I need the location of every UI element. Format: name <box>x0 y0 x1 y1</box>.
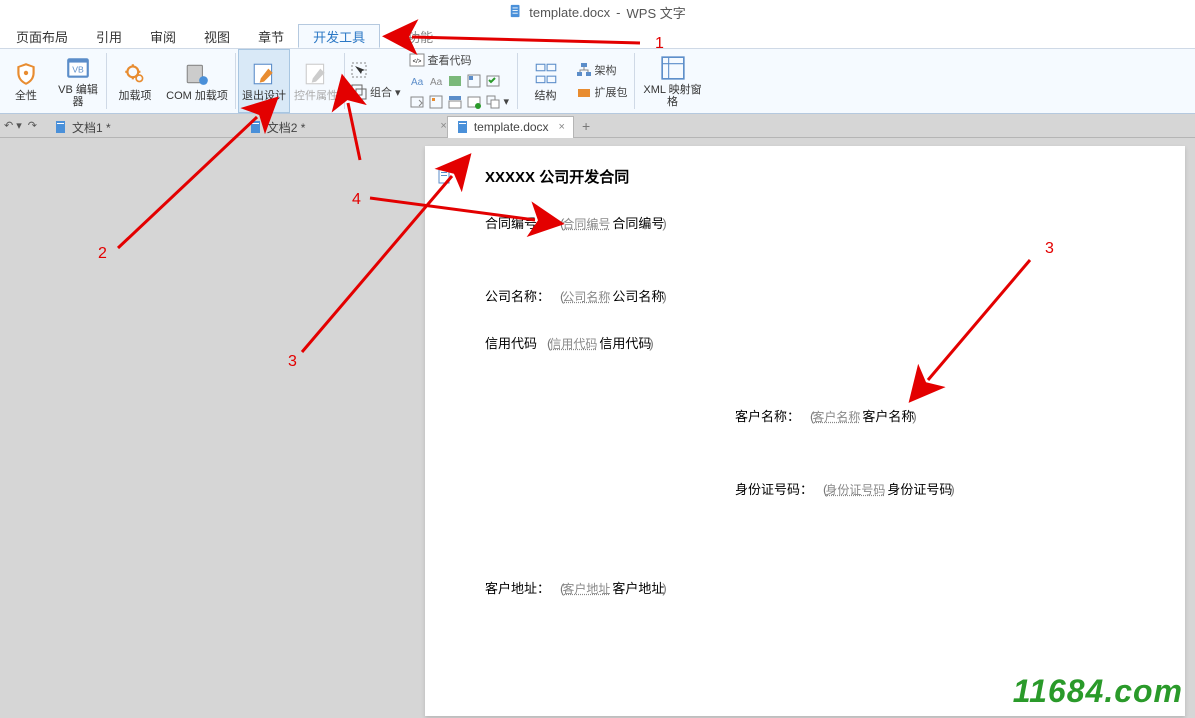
btn-security[interactable]: 全性 <box>0 49 52 113</box>
row-control-icons-1[interactable]: Aa Aa <box>409 72 511 91</box>
new-tab-button[interactable]: + <box>574 118 598 134</box>
control-customer-name[interactable]: 客户名称客户名称 <box>806 404 921 427</box>
btn-view-code[interactable]: </>查看代码 <box>409 51 511 70</box>
tab-reference[interactable]: 引用 <box>82 24 136 48</box>
gear-icon <box>121 60 149 88</box>
svg-text:Aa: Aa <box>430 77 443 88</box>
shield-icon <box>12 60 40 88</box>
field-id-number: 身份证号码： 身份证号码身份证号码 <box>735 477 1125 500</box>
field-contract-no: 合同编号： 合同编号合同编号 <box>485 211 1125 234</box>
btn-exit-design[interactable]: 退出设计 <box>238 49 290 113</box>
ribbon: 全性 VB VB 编辑器 加载项 COM 加载项 退出设计 控件属性 组合▾ <… <box>0 48 1195 114</box>
doc-title: XXXXX 公司开发合同 <box>485 166 1125 187</box>
btn-com-addin[interactable]: COM 加载项 <box>161 49 233 113</box>
tab-developer[interactable]: 开发工具 <box>298 24 380 48</box>
control-credit-code[interactable]: 信用代码信用代码 <box>543 331 658 354</box>
btn-xml-map[interactable]: XML 映射窗格 <box>637 49 709 113</box>
menubar: 页面布局 引用 审阅 视图 章节 开发工具 全功能 <box>0 24 1195 48</box>
tab-page-layout[interactable]: 页面布局 <box>2 24 82 48</box>
page-doc-icon <box>437 168 453 187</box>
btn-group[interactable]: 组合▾ <box>351 82 401 102</box>
redo-icon[interactable]: ↷ <box>28 119 37 132</box>
xml-icon <box>659 54 687 82</box>
close-tab-icon[interactable]: × <box>559 121 565 133</box>
title-sep: - <box>616 5 620 20</box>
control-contract-no[interactable]: 合同编号合同编号 <box>556 211 671 234</box>
pencil-icon <box>250 60 278 88</box>
doctab-1[interactable]: 文档2 * <box>240 116 315 138</box>
titlebar: template.docx - WPS 文字 <box>0 0 1195 24</box>
svg-text:Aa: Aa <box>411 77 424 88</box>
title-file: template.docx <box>529 5 610 20</box>
doc-icon <box>509 4 523 21</box>
field-customer-addr: 客户地址： 客户地址客户地址 <box>485 576 1125 599</box>
workspace: XXXXX 公司开发合同 合同编号： 合同编号合同编号 公司名称： 公司名称公司… <box>0 138 1195 718</box>
properties-icon <box>302 60 330 88</box>
tab-chapter[interactable]: 章节 <box>244 24 298 48</box>
btn-ext-pack[interactable]: 扩展包 <box>576 82 628 102</box>
btn-select-control[interactable] <box>351 60 401 80</box>
tab-view[interactable]: 视图 <box>190 24 244 48</box>
puzzle-icon <box>183 60 211 88</box>
btn-structure[interactable]: 结构 <box>520 49 572 113</box>
field-customer-name: 客户名称： 客户名称客户名称 <box>735 404 1125 427</box>
control-company-name[interactable]: 公司名称公司名称 <box>556 284 671 307</box>
row-control-icons-2[interactable]: ▾ <box>409 92 511 111</box>
btn-schema[interactable]: 架构 <box>576 60 628 80</box>
svg-text:VB: VB <box>72 64 84 74</box>
control-customer-addr[interactable]: 客户地址客户地址 <box>556 576 671 599</box>
control-id-number[interactable]: 身份证号码身份证号码 <box>819 477 959 500</box>
btn-control-props: 控件属性 <box>290 49 342 113</box>
tab-all-features[interactable]: 全功能 <box>380 24 447 48</box>
field-credit-code: 信用代码 信用代码信用代码 <box>485 331 1125 354</box>
btn-addin[interactable]: 加载项 <box>109 49 161 113</box>
doctab-0[interactable]: 文档1 * <box>45 116 120 138</box>
quick-access: ↶ ▾ ↷ <box>4 119 45 132</box>
doctab-2[interactable]: template.docx × <box>447 116 574 138</box>
undo-icon[interactable]: ↶ ▾ <box>4 119 22 132</box>
group-schema: 架构 扩展包 <box>572 49 632 113</box>
document-tabs: ↶ ▾ ↷ 文档1 * 文档2 * × template.docx × + <box>0 114 1195 138</box>
group-controls-col1: 组合▾ <box>347 49 405 113</box>
document-page[interactable]: XXXXX 公司开发合同 合同编号： 合同编号合同编号 公司名称： 公司名称公司… <box>425 146 1185 716</box>
structure-icon <box>532 60 560 88</box>
field-company-name: 公司名称： 公司名称公司名称 <box>485 284 1125 307</box>
svg-text:</>: </> <box>412 59 421 65</box>
btn-vb-editor[interactable]: VB VB 编辑器 <box>52 49 104 113</box>
group-controls-col2: </>查看代码 Aa Aa ▾ <box>405 49 515 113</box>
title-app: WPS 文字 <box>627 3 686 22</box>
tab-review[interactable]: 审阅 <box>136 24 190 48</box>
code-icon: VB <box>64 54 92 82</box>
watermark: 11684.com <box>1013 673 1183 710</box>
